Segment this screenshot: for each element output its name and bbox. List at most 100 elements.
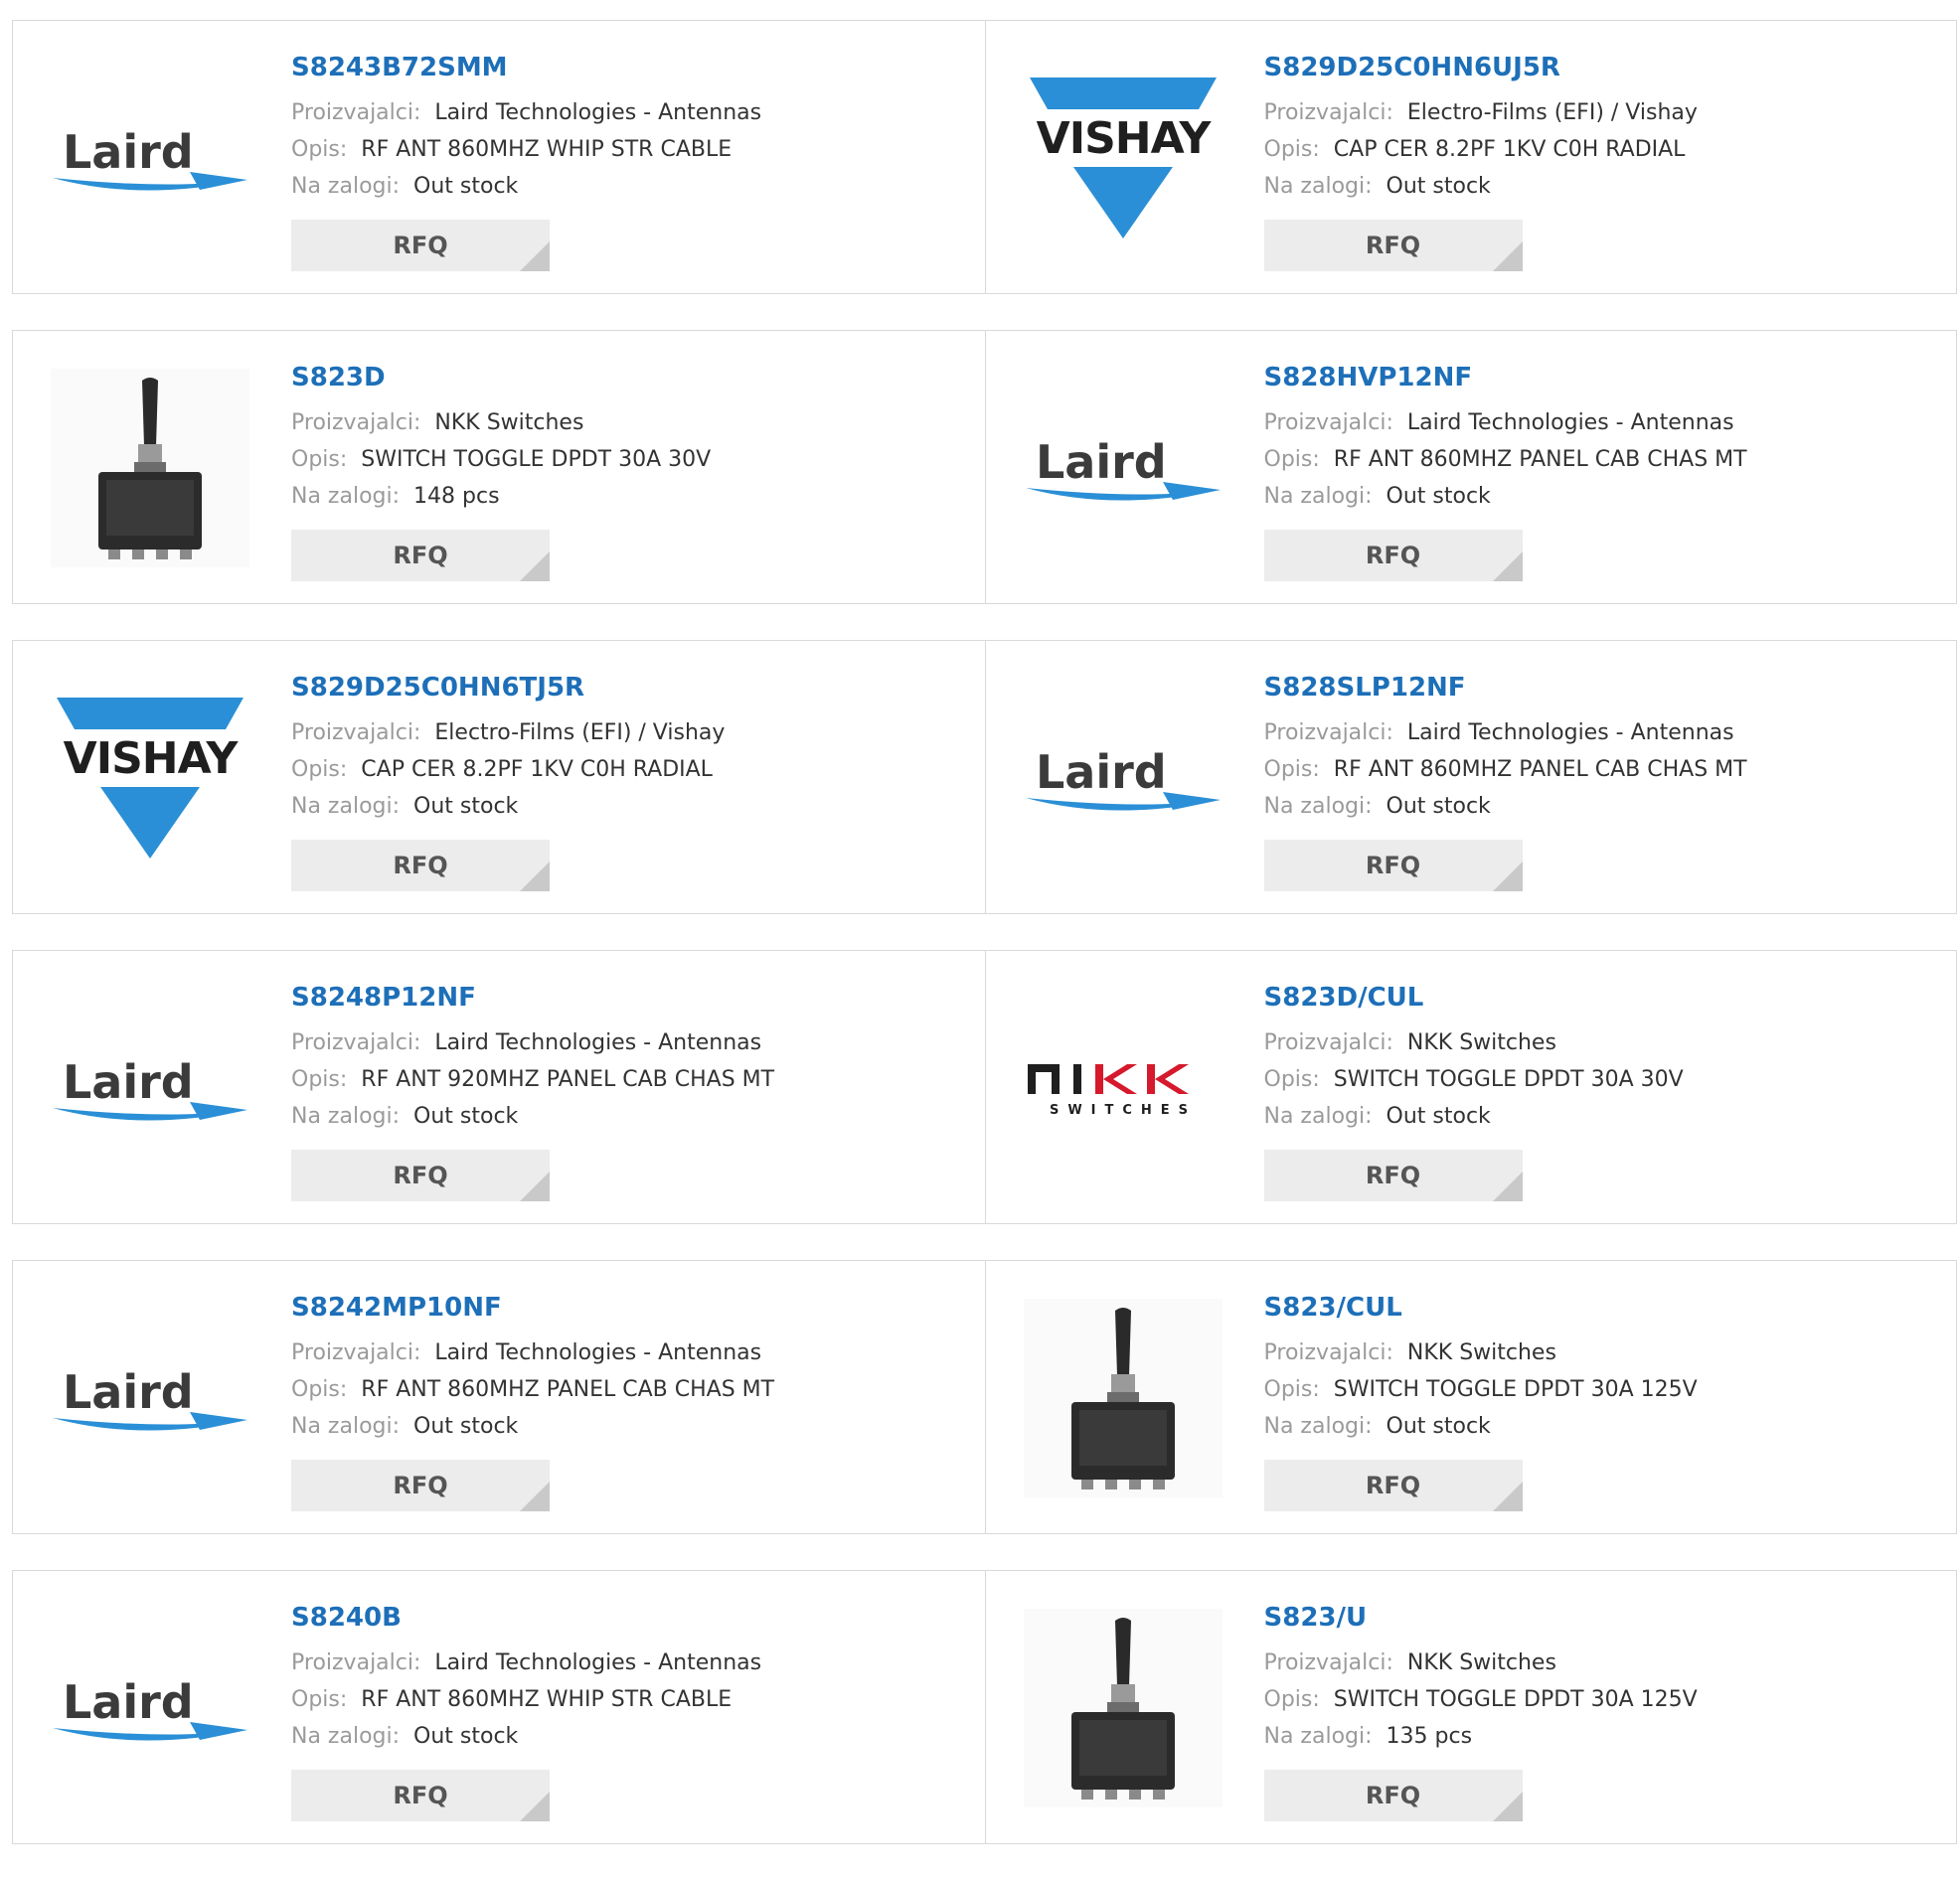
description-row: Opis: SWITCH TOGGLE DPDT 30A 30V — [291, 441, 975, 478]
part-number-link[interactable]: S8240B — [291, 1601, 975, 1635]
stock-row: Na zalogi: Out stock — [291, 1098, 975, 1135]
laird-logo[interactable]: Laird — [51, 1299, 249, 1497]
rfq-corner-decoration — [1492, 1172, 1523, 1201]
rfq-button[interactable]: RFQ — [1263, 1460, 1523, 1511]
rfq-corner-decoration — [520, 241, 550, 271]
manufacturer-row: Proizvajalci: Electro-Films (EFI) / Visha… — [1264, 94, 1947, 131]
product-card: S823/U Proizvajalci: NKK Switches Opis: SW… — [984, 1571, 1957, 1843]
manufacturer-row: Proizvajalci: NKK Switches — [1264, 1024, 1947, 1061]
product-info: S8248P12NF Proizvajalci: Laird Technologi… — [291, 981, 975, 1135]
toggle-switch-photo[interactable] — [1023, 1609, 1223, 1807]
rfq-button[interactable]: RFQ — [291, 220, 550, 271]
rfq-button[interactable]: RFQ — [1263, 1150, 1523, 1201]
manufacturer-value: Electro-Films (EFI) / Vishay — [434, 720, 726, 745]
manufacturer-value: Laird Technologies - Antennas — [434, 1340, 762, 1365]
stock-label: Na zalogi: — [1263, 1104, 1373, 1129]
rfq-button-label: RFQ — [393, 542, 448, 569]
stock-value: Out stock — [1386, 794, 1491, 819]
stock-value: Out stock — [1386, 174, 1491, 199]
rfq-button-label: RFQ — [393, 1782, 448, 1809]
product-info: S829D25C0HN6UJ5R Proizvajalci: Electro-Fi… — [1264, 51, 1947, 205]
laird-logo[interactable]: Laird — [1024, 679, 1223, 877]
description-value: RF ANT 860MHZ PANEL CAB CHAS MT — [1333, 447, 1747, 472]
description-row: Opis: SWITCH TOGGLE DPDT 30A 30V — [1264, 1061, 1947, 1098]
stock-row: Na zalogi: 148 pcs — [291, 478, 975, 515]
description-value: RF ANT 920MHZ PANEL CAB CHAS MT — [361, 1067, 775, 1092]
rfq-button-label: RFQ — [1365, 542, 1421, 569]
part-number-link[interactable]: S8243B72SMM — [291, 51, 975, 84]
manufacturer-value: Electro-Films (EFI) / Vishay — [1406, 100, 1698, 125]
manufacturer-value: NKK Switches — [1406, 1030, 1556, 1055]
nkk-logo[interactable]: SWITCHES — [1024, 989, 1223, 1187]
manufacturer-row: Proizvajalci: Laird Technologies - Antenn… — [291, 94, 975, 131]
part-number-link[interactable]: S823/CUL — [1264, 1291, 1947, 1325]
laird-logo[interactable]: Laird — [51, 1609, 249, 1807]
vishay-logo[interactable]: VISHAY — [1024, 59, 1223, 257]
rfq-button[interactable]: RFQ — [291, 1150, 550, 1201]
product-info: S823D/CUL Proizvajalci: NKK Switches Opis… — [1264, 981, 1947, 1135]
part-number-link[interactable]: S829D25C0HN6TJ5R — [291, 671, 975, 705]
rfq-button[interactable]: RFQ — [1263, 530, 1523, 581]
part-number-link[interactable]: S828SLP12NF — [1264, 671, 1947, 705]
product-card: Laird S828HVP12NF Proizvajalci: Laird Tec… — [984, 331, 1957, 603]
svg-text:Laird: Laird — [63, 125, 194, 179]
stock-label: Na zalogi: — [291, 174, 401, 199]
part-number-link[interactable]: S829D25C0HN6UJ5R — [1264, 51, 1947, 84]
stock-row: Na zalogi: Out stock — [291, 1718, 975, 1755]
description-row: Opis: RF ANT 860MHZ PANEL CAB CHAS MT — [1264, 441, 1947, 478]
manufacturer-label: Proizvajalci: — [1263, 1030, 1393, 1055]
product-card: SWITCHES S823D/CUL Proizvajalci: NKK Swit… — [984, 951, 1957, 1223]
description-value: RF ANT 860MHZ WHIP STR CABLE — [361, 137, 733, 162]
manufacturer-label: Proizvajalci: — [1263, 1340, 1393, 1365]
product-card: Laird S8242MP10NF Proizvajalci: Laird Tec… — [13, 1261, 985, 1533]
description-value: SWITCH TOGGLE DPDT 30A 30V — [361, 447, 712, 472]
product-info: S829D25C0HN6TJ5R Proizvajalci: Electro-Fi… — [291, 671, 975, 825]
stock-value: Out stock — [413, 794, 519, 819]
product-row: Laird S8243B72SMM Proizvajalci: Laird Tec… — [12, 20, 1957, 294]
laird-logo[interactable]: Laird — [51, 989, 249, 1187]
rfq-button-label: RFQ — [1365, 1162, 1421, 1189]
rfq-button[interactable]: RFQ — [1263, 1770, 1523, 1821]
rfq-button-label: RFQ — [1365, 852, 1421, 879]
rfq-corner-decoration — [520, 1482, 550, 1511]
product-card: Laird S8240B Proizvajalci: Laird Technolo… — [13, 1571, 985, 1843]
rfq-button[interactable]: RFQ — [291, 1460, 550, 1511]
manufacturer-row: Proizvajalci: NKK Switches — [291, 404, 975, 441]
stock-row: Na zalogi: Out stock — [1264, 788, 1947, 825]
part-number-link[interactable]: S823D/CUL — [1264, 981, 1947, 1015]
part-number-link[interactable]: S823D — [291, 361, 975, 394]
laird-logo[interactable]: Laird — [51, 59, 249, 257]
toggle-switch-photo[interactable] — [1023, 1299, 1223, 1497]
stock-label: Na zalogi: — [291, 794, 401, 819]
product-grid: Laird S8243B72SMM Proizvajalci: Laird Tec… — [12, 20, 1957, 1880]
manufacturer-row: Proizvajalci: NKK Switches — [1264, 1334, 1947, 1371]
rfq-button[interactable]: RFQ — [291, 530, 550, 581]
product-card: Laird S8248P12NF Proizvajalci: Laird Tech… — [13, 951, 985, 1223]
part-number-link[interactable]: S828HVP12NF — [1264, 361, 1947, 394]
description-label: Opis: — [1263, 1377, 1320, 1402]
svg-text:VISHAY: VISHAY — [1036, 113, 1212, 164]
rfq-button[interactable]: RFQ — [291, 1770, 550, 1821]
stock-row: Na zalogi: Out stock — [1264, 1098, 1947, 1135]
part-number-link[interactable]: S8242MP10NF — [291, 1291, 975, 1325]
stock-value: 135 pcs — [1386, 1724, 1473, 1749]
manufacturer-value: Laird Technologies - Antennas — [434, 1650, 762, 1675]
rfq-button[interactable]: RFQ — [1263, 220, 1523, 271]
stock-value: Out stock — [413, 1414, 519, 1439]
product-card: VISHAY S829D25C0HN6TJ5R Proizvajalci: Ele… — [13, 641, 985, 913]
stock-value: Out stock — [413, 174, 519, 199]
description-label: Opis: — [1263, 1067, 1320, 1092]
description-label: Opis: — [291, 1687, 348, 1712]
part-number-link[interactable]: S8248P12NF — [291, 981, 975, 1015]
svg-text:VISHAY: VISHAY — [64, 733, 240, 784]
rfq-button[interactable]: RFQ — [1263, 840, 1523, 891]
stock-value: Out stock — [413, 1724, 519, 1749]
rfq-button[interactable]: RFQ — [291, 840, 550, 891]
laird-logo[interactable]: Laird — [1024, 369, 1223, 567]
vishay-logo[interactable]: VISHAY — [51, 679, 249, 877]
description-label: Opis: — [1263, 757, 1320, 782]
description-row: Opis: CAP CER 8.2PF 1KV C0H RADIAL — [291, 751, 975, 788]
description-row: Opis: RF ANT 860MHZ WHIP STR CABLE — [291, 1681, 975, 1718]
toggle-switch-photo[interactable] — [51, 369, 249, 567]
part-number-link[interactable]: S823/U — [1264, 1601, 1947, 1635]
